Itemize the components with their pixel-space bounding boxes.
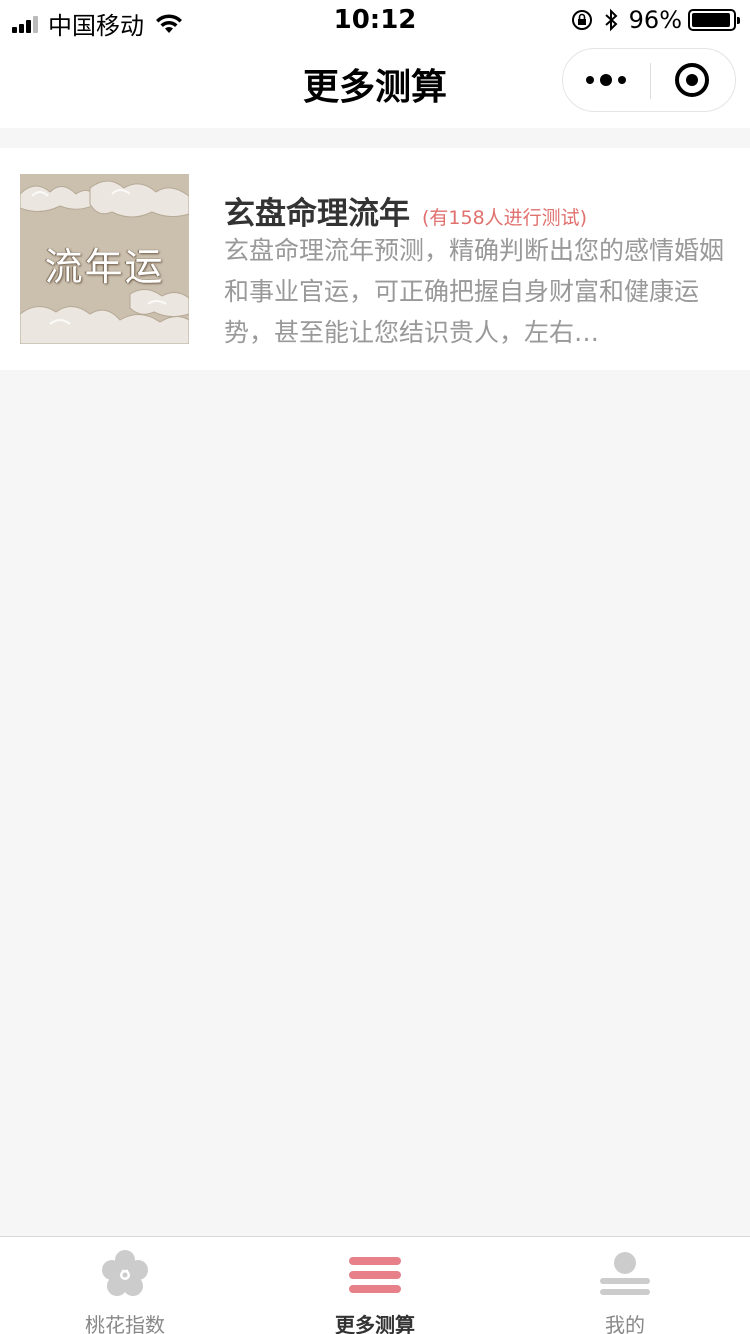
item-title-row: 玄盘命理流年 (有158人进行测试) <box>224 188 734 233</box>
bluetooth-icon <box>604 8 618 32</box>
dot-icon <box>586 76 594 84</box>
item-description: 玄盘命理流年预测，精确判断出您的感情婚姻和事业官运，可正确把握自身财富和健康运势… <box>224 236 725 347</box>
flower-icon <box>102 1250 148 1296</box>
tab-mine[interactable]: 我的 <box>500 1237 750 1334</box>
status-right: 96% <box>571 6 740 34</box>
tab-more-calculations[interactable]: 更多测算 <box>250 1237 500 1334</box>
capsule-divider <box>650 63 651 99</box>
battery-icon <box>688 9 740 31</box>
tab-peach-blossom[interactable]: 桃花指数 <box>0 1237 250 1334</box>
thumbnail-text: 流年运 <box>44 245 165 289</box>
close-mini-program-icon[interactable] <box>675 63 709 97</box>
item-thumbnail: 流年运 <box>20 174 189 344</box>
tab-label: 我的 <box>605 1313 645 1334</box>
user-icon <box>600 1252 650 1295</box>
dot-icon <box>618 76 626 84</box>
battery-level <box>692 13 731 27</box>
item-test-count: (有158人进行测试) <box>422 207 588 229</box>
status-bar: 中国移动 10:12 96% <box>0 0 750 40</box>
dot-icon <box>600 74 612 86</box>
tab-label: 更多测算 <box>335 1313 415 1334</box>
list-item[interactable]: 流年运 玄盘命理流年 (有158人进行测试) 玄盘命理流年预测，精确判断出您的感… <box>0 148 750 370</box>
orientation-lock-icon <box>571 10 592 30</box>
tab-bar: 桃花指数 更多测算 我的 <box>0 1236 750 1334</box>
nav-bar: 更多测算 <box>0 40 750 128</box>
menu-icon <box>349 1257 401 1293</box>
battery-percent: 96% <box>628 6 682 34</box>
tab-label: 桃花指数 <box>85 1313 165 1334</box>
mini-program-capsule <box>562 48 736 112</box>
item-title: 玄盘命理流年 <box>224 196 410 232</box>
more-options-button[interactable] <box>563 49 649 111</box>
